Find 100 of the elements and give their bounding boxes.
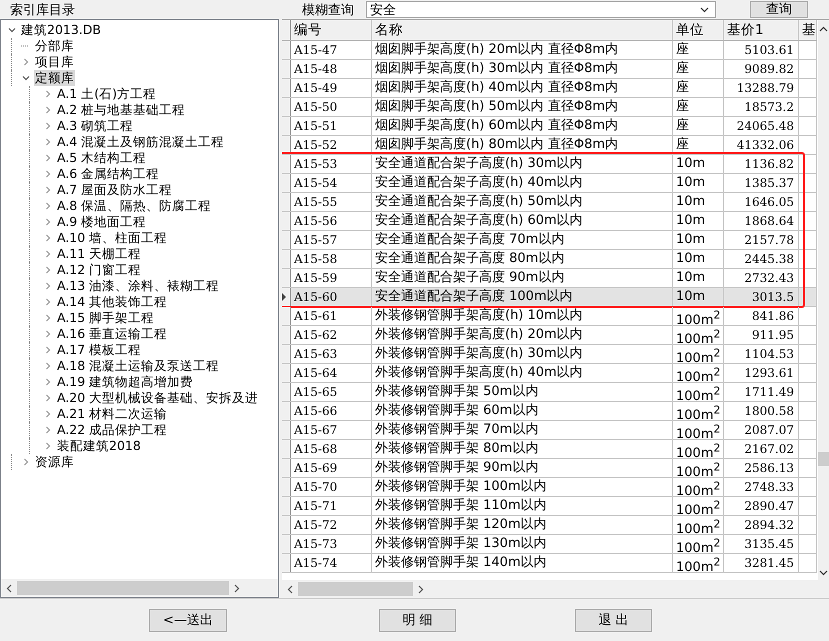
scroll-thumb[interactable] — [818, 452, 829, 466]
tree-item[interactable]: A.20 大型机械设备基础、安拆及进 — [56, 390, 260, 406]
expand-chevron-icon[interactable] — [43, 185, 53, 195]
column-header[interactable]: 基价1 — [724, 20, 799, 40]
tree-item[interactable]: A.1 土(石)方工程 — [56, 86, 157, 102]
expand-chevron-icon[interactable] — [43, 217, 53, 227]
tree-item[interactable]: A.5 木结构工程 — [56, 150, 148, 166]
expand-chevron-icon[interactable] — [43, 409, 53, 419]
expand-chevron-icon[interactable] — [43, 201, 53, 211]
table-row[interactable]: A15-67 外装修钢管脚手架 70m以内 100m$^{2}$ 2087.07 — [282, 421, 817, 440]
dialog-button[interactable]: <—送出 — [149, 608, 227, 632]
table-row[interactable]: A15-61 外装修钢管脚手架高度(h) 10m以内 100m$^{2}$ 841.86 — [282, 307, 817, 326]
scroll-down-icon[interactable] — [819, 570, 828, 576]
tree-item[interactable]: A.22 成品保护工程 — [56, 422, 168, 438]
tree-item[interactable]: A.15 脚手架工程 — [56, 310, 156, 326]
expand-chevron-icon[interactable] — [43, 105, 53, 115]
tree-item[interactable]: A.19 建筑物超高增加费 — [56, 374, 194, 390]
table-row[interactable]: A15-64 外装修钢管脚手架高度(h) 40m以内 100m$^{2}$ 1293.61 — [282, 364, 817, 383]
expand-chevron-icon[interactable] — [43, 137, 53, 147]
expand-chevron-icon[interactable] — [43, 345, 53, 355]
table-row[interactable]: A15-48 烟囱脚手架高度(h) 30m以内 直径Φ8m内 座 9089.82 — [282, 60, 817, 79]
horizontal-scrollbar[interactable] — [1, 579, 278, 597]
dialog-button[interactable]: 明 细 — [379, 608, 456, 632]
tree-item[interactable]: A.3 砌筑工程 — [56, 118, 134, 134]
table-row[interactable]: A15-52 烟囱脚手架高度(h) 80m以内 直径Φ8m内 座 41332.06 — [282, 136, 817, 155]
expand-chevron-icon[interactable] — [43, 281, 53, 291]
collapse-chevron-icon[interactable] — [21, 73, 31, 83]
scroll-right-icon[interactable] — [234, 584, 240, 592]
expand-chevron-icon[interactable] — [21, 457, 31, 467]
tree-item[interactable]: A.6 金属结构工程 — [56, 166, 160, 182]
table-row[interactable]: A15-68 外装修钢管脚手架 80m以内 100m$^{2}$ 2167.02 — [282, 440, 817, 459]
expand-chevron-icon[interactable] — [43, 425, 53, 435]
expand-chevron-icon[interactable] — [43, 329, 53, 339]
tree-item[interactable]: 项目库 — [34, 54, 75, 70]
table-row[interactable]: A15-74 外装修钢管脚手架 140m以内 100m$^{2}$ 3281.45 — [282, 554, 817, 573]
tree-item[interactable]: A.9 楼地面工程 — [56, 214, 148, 230]
tree-item[interactable]: A.11 天棚工程 — [56, 246, 142, 262]
tree-item[interactable]: 定额库 — [34, 70, 75, 86]
column-header[interactable]: 编号 — [291, 20, 372, 40]
tree-item[interactable]: A.2 桩与地基基础工程 — [56, 102, 186, 118]
column-header[interactable]: 单位 — [673, 20, 724, 40]
table-row[interactable]: A15-62 外装修钢管脚手架高度(h) 20m以内 100m$^{2}$ 911.95 — [282, 326, 817, 345]
table-row[interactable]: A15-71 外装修钢管脚手架 110m以内 100m$^{2}$ 2890.47 — [282, 497, 817, 516]
table-row[interactable]: A15-73 外装修钢管脚手架 130m以内 100m$^{2}$ 3135.45 — [282, 535, 817, 554]
expand-chevron-icon[interactable] — [43, 121, 53, 131]
scroll-up-icon[interactable] — [819, 26, 828, 32]
table-row[interactable]: A15-47 烟囱脚手架高度(h) 20m以内 直径Φ8m内 座 5103.61 — [282, 41, 817, 60]
expand-chevron-icon[interactable] — [43, 377, 53, 387]
table-row[interactable]: A15-51 烟囱脚手架高度(h) 60m以内 直径Φ8m内 座 24065.48 — [282, 117, 817, 136]
query-button[interactable]: 查询 — [750, 1, 808, 18]
expand-chevron-icon[interactable] — [43, 361, 53, 371]
table-cell: 1104.53 — [724, 345, 799, 363]
expand-chevron-icon[interactable] — [21, 57, 31, 67]
expand-chevron-icon[interactable] — [43, 153, 53, 163]
vertical-scrollbar[interactable] — [818, 20, 829, 580]
horizontal-scrollbar[interactable] — [282, 580, 829, 598]
expand-chevron-icon[interactable] — [43, 313, 53, 323]
table-row[interactable]: A15-63 外装修钢管脚手架高度(h) 30m以内 100m$^{2}$ 1104.53 — [282, 345, 817, 364]
expand-chevron-icon[interactable] — [43, 393, 53, 403]
tree-item[interactable]: 建筑2013.DB — [20, 22, 102, 38]
column-header[interactable]: 基 — [799, 20, 817, 40]
tree-item[interactable]: A.21 材料二次运输 — [56, 406, 168, 422]
row-header[interactable] — [282, 288, 291, 306]
tree-item[interactable]: A.7 屋面及防水工程 — [56, 182, 174, 198]
tree-item[interactable]: A.4 混凝土及钢筋混凝土工程 — [56, 134, 226, 150]
tree-item[interactable]: A.16 垂直运输工程 — [56, 326, 168, 342]
collapse-chevron-icon[interactable] — [7, 25, 17, 35]
table-row[interactable]: A15-65 外装修钢管脚手架 50m以内 100m$^{2}$ 1711.49 — [282, 383, 817, 402]
caret-icon — [700, 6, 709, 12]
search-combobox[interactable]: 安全 — [366, 1, 716, 18]
expand-chevron-icon[interactable] — [43, 169, 53, 179]
tree-item[interactable]: A.14 其他装饰工程 — [56, 294, 168, 310]
column-header[interactable]: 名称 — [372, 20, 673, 40]
tree-item[interactable]: A.10 墙、柱面工程 — [56, 230, 168, 246]
tree-item[interactable]: A.17 模板工程 — [56, 342, 142, 358]
tree-item[interactable]: 资源库 — [34, 454, 75, 470]
table-cell: 18573.2 — [724, 98, 799, 116]
expand-chevron-icon[interactable] — [43, 441, 53, 451]
tree-item[interactable]: 分部库 — [34, 38, 75, 54]
expand-chevron-icon[interactable] — [43, 89, 53, 99]
dialog-button[interactable]: 退 出 — [575, 608, 652, 632]
table-row[interactable]: A15-50 烟囱脚手架高度(h) 50m以内 直径Φ8m内 座 18573.2 — [282, 98, 817, 117]
expand-chevron-icon[interactable] — [43, 297, 53, 307]
tree-item[interactable]: A.18 混凝土运输及泵送工程 — [56, 358, 220, 374]
table-row[interactable]: A15-69 外装修钢管脚手架 90m以内 100m$^{2}$ 2586.13 — [282, 459, 817, 478]
table-row[interactable]: A15-49 烟囱脚手架高度(h) 40m以内 直径Φ8m内 座 13288.79 — [282, 79, 817, 98]
table-row[interactable]: A15-72 外装修钢管脚手架 120m以内 100m$^{2}$ 2894.32 — [282, 516, 817, 535]
expand-chevron-icon[interactable] — [43, 249, 53, 259]
scroll-left-icon[interactable] — [6, 584, 12, 592]
tree-item[interactable]: A.12 门窗工程 — [56, 262, 142, 278]
scroll-right-icon[interactable] — [418, 584, 424, 594]
scroll-left-icon[interactable] — [287, 584, 293, 594]
tree-item[interactable]: A.13 油漆、涂料、裱糊工程 — [56, 278, 220, 294]
expand-chevron-icon[interactable] — [43, 265, 53, 275]
expand-chevron-icon[interactable] — [43, 233, 53, 243]
table-row[interactable]: A15-70 外装修钢管脚手架 100m以内 100m$^{2}$ 2748.33 — [282, 478, 817, 497]
table-row[interactable]: A15-66 外装修钢管脚手架 60m以内 100m$^{2}$ 1800.58 — [282, 402, 817, 421]
tree-item[interactable]: A.8 保温、隔热、防腐工程 — [56, 198, 212, 214]
tree-item[interactable]: 装配建筑2018 — [56, 438, 142, 454]
table-cell: A15-58 — [291, 250, 372, 268]
